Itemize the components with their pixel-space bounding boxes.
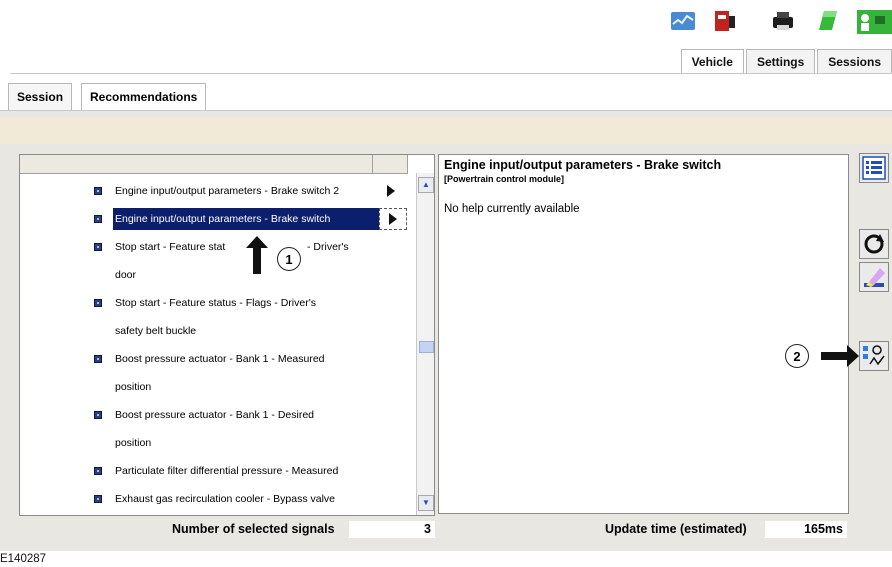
- tab-sessions[interactable]: Sessions: [817, 49, 892, 74]
- list-view-button[interactable]: [859, 153, 889, 183]
- signal-bullet-icon: [94, 411, 102, 419]
- expand-arrow-icon[interactable]: [379, 208, 407, 230]
- scroll-thumb[interactable]: [419, 341, 434, 353]
- help-body: No help currently available: [444, 203, 580, 215]
- tab-recommendations[interactable]: Recommendations: [81, 83, 207, 111]
- refresh-icon: [864, 234, 884, 254]
- signal-bullet-icon: [94, 215, 102, 223]
- callout-arrow-up-icon: [246, 236, 268, 277]
- signal-bullet-icon: [94, 355, 102, 363]
- refresh-button[interactable]: [859, 229, 889, 259]
- list-item[interactable]: Particulate filter differential pressure…: [115, 461, 338, 481]
- list-item[interactable]: Exhaust gas recirculation cooler - Bypas…: [115, 489, 335, 509]
- help-title: Engine input/output parameters - Brake s…: [444, 158, 722, 172]
- network-icon[interactable]: [815, 8, 841, 34]
- tab-session[interactable]: Session: [8, 83, 73, 111]
- eraser-button[interactable]: [859, 262, 889, 292]
- expand-arrow-icon[interactable]: [377, 180, 405, 202]
- tab-vehicle[interactable]: Vehicle: [680, 49, 744, 74]
- signal-bullet-icon: [94, 243, 102, 251]
- selected-signals-value: 3: [349, 521, 435, 538]
- list-header-column[interactable]: [20, 155, 373, 173]
- list-scrollbar[interactable]: ▲ ▼: [416, 173, 434, 515]
- scroll-up-icon[interactable]: ▲: [418, 177, 434, 193]
- tab-divider: [10, 73, 892, 74]
- vehicle-module-icon[interactable]: [712, 8, 738, 34]
- list-header: [20, 155, 408, 174]
- callout-arrow-right-icon: [821, 345, 859, 370]
- list-item[interactable]: Boost pressure actuator - Bank 1 - Measu…: [115, 349, 325, 369]
- signal-bullet-icon: [94, 299, 102, 307]
- info-band: [0, 118, 892, 144]
- signal-bullet-icon: [94, 467, 102, 475]
- help-subtitle: [Powertrain control module]: [444, 174, 565, 184]
- list-item-continuation: door: [115, 269, 137, 281]
- printer-icon[interactable]: [770, 8, 796, 34]
- list-item[interactable]: Boost pressure actuator - Bank 1 - Desir…: [115, 405, 314, 425]
- figure-code: E140287: [0, 553, 47, 565]
- list-item-continuation: position: [115, 437, 152, 449]
- list-item-text-tail: - Driver's: [307, 241, 349, 253]
- list-item[interactable]: Stop start - Feature status - Flags - Dr…: [115, 293, 316, 313]
- update-time-value: 165ms: [765, 521, 847, 538]
- user-data-icon[interactable]: [857, 8, 892, 34]
- scroll-down-icon[interactable]: ▼: [418, 495, 434, 511]
- signal-bullet-icon: [94, 495, 102, 503]
- signal-bullet-icon: [94, 187, 102, 195]
- list-view-icon: [862, 156, 886, 180]
- signal-monitor-button[interactable]: [859, 341, 889, 371]
- help-panel: Engine input/output parameters - Brake s…: [438, 154, 849, 514]
- selected-signals-label: Number of selected signals: [172, 522, 335, 536]
- signal-list: Engine input/output parameters - Brake s…: [19, 154, 435, 516]
- signal-chart-icon[interactable]: [670, 8, 696, 34]
- list-item[interactable]: Stop start - Feature stat: [115, 237, 225, 257]
- main-tab-bar: Vehicle Settings Sessions: [679, 49, 892, 74]
- list-item-continuation: safety belt buckle: [115, 325, 197, 337]
- list-item[interactable]: Engine input/output parameters - Brake s…: [115, 181, 339, 201]
- callout-2: 2: [785, 344, 809, 368]
- list-item-continuation: position: [115, 381, 152, 393]
- signal-monitor-icon: [863, 345, 885, 366]
- update-time-label: Update time (estimated): [605, 522, 747, 536]
- list-item-selected[interactable]: Engine input/output parameters - Brake s…: [115, 209, 330, 229]
- list-header-column[interactable]: [372, 155, 408, 173]
- tab-settings[interactable]: Settings: [745, 49, 816, 74]
- eraser-icon: [864, 268, 885, 287]
- callout-1: 1: [277, 247, 301, 271]
